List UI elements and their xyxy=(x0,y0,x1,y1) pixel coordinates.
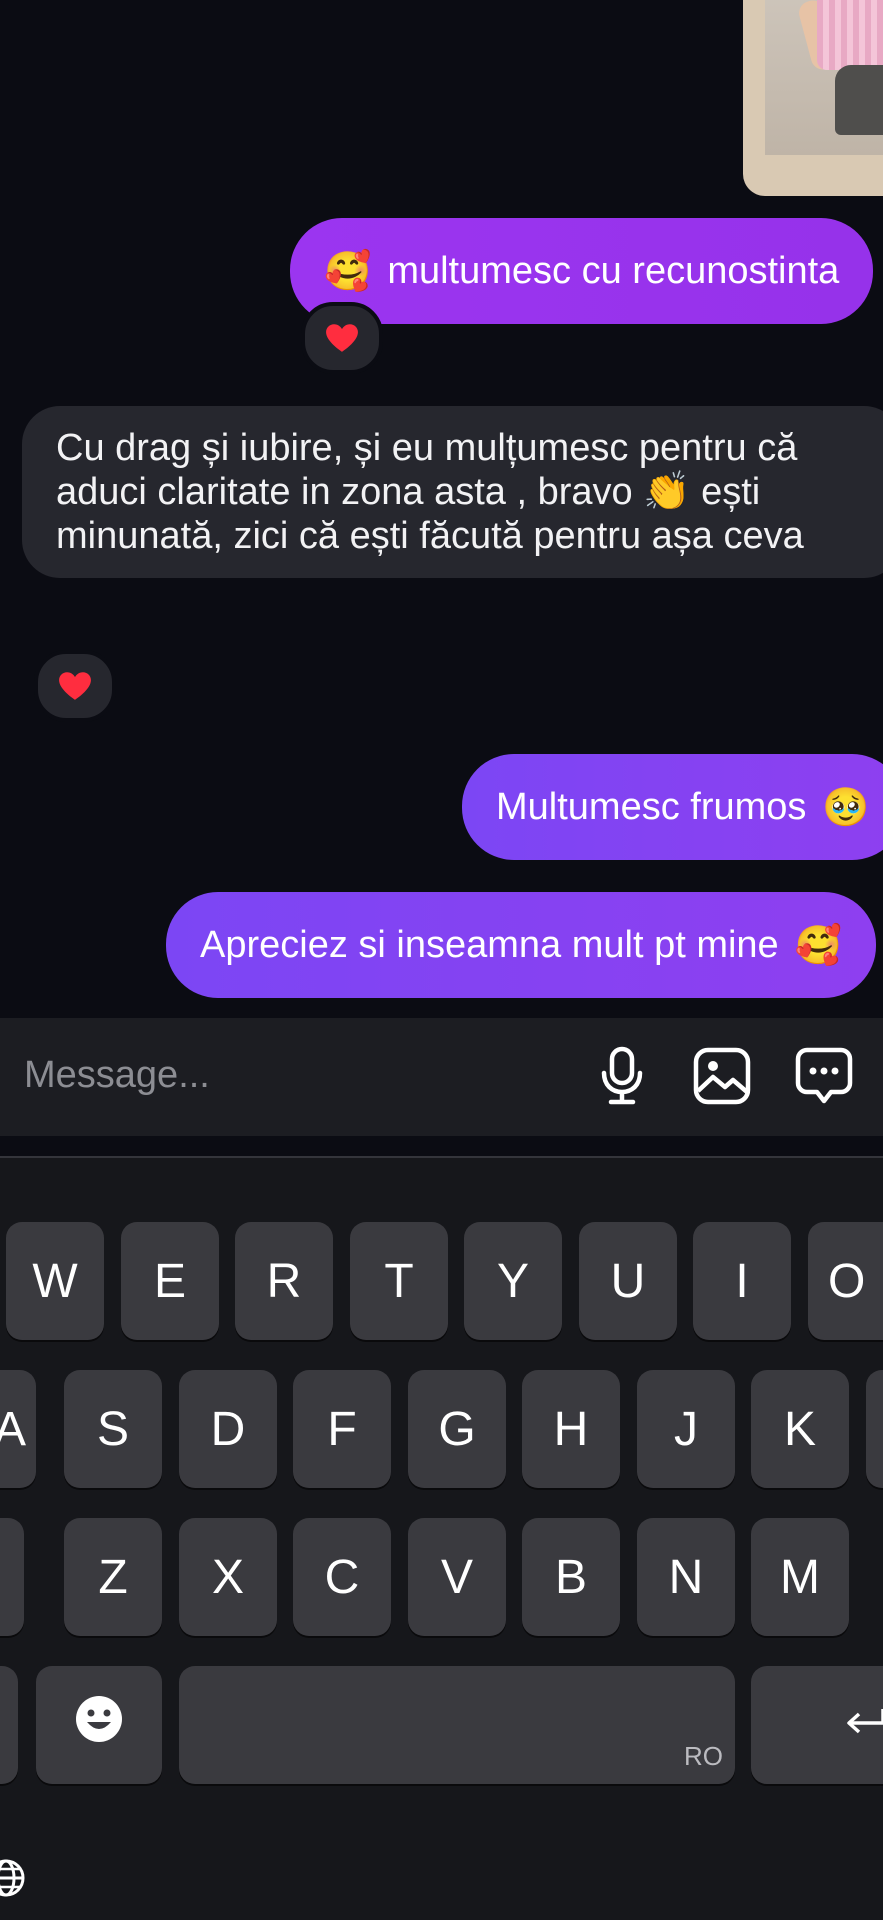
message-input[interactable]: Message... xyxy=(24,1054,210,1097)
pleading-emoji: 🥹 xyxy=(822,785,870,829)
key-f[interactable]: F xyxy=(293,1370,391,1488)
key-x[interactable]: X xyxy=(179,1518,277,1636)
sticker-chat-icon[interactable] xyxy=(792,1044,856,1108)
key-h[interactable]: H xyxy=(522,1370,620,1488)
key-g[interactable]: G xyxy=(408,1370,506,1488)
key-r[interactable]: R xyxy=(235,1222,333,1340)
heart-reaction[interactable] xyxy=(34,650,116,722)
message-composer: Message... xyxy=(0,1018,883,1136)
message-text: multumesc cu recunostinta xyxy=(387,250,840,292)
heart-reaction[interactable] xyxy=(301,302,383,374)
key-u[interactable]: U xyxy=(579,1222,677,1340)
keyboard: W E R T Y U I O A S D F G H J K Z X C V … xyxy=(0,1158,883,1920)
key-v[interactable]: V xyxy=(408,1518,506,1636)
key-j[interactable]: J xyxy=(637,1370,735,1488)
key-d[interactable]: D xyxy=(179,1370,277,1488)
key-l-partial[interactable] xyxy=(866,1370,883,1488)
key-e[interactable]: E xyxy=(121,1222,219,1340)
message-text: Apreciez si inseamna mult pt mine xyxy=(200,924,779,966)
message-text: Multumesc frumos xyxy=(496,786,807,828)
key-o[interactable]: O xyxy=(808,1222,883,1340)
key-z[interactable]: Z xyxy=(64,1518,162,1636)
globe-icon[interactable] xyxy=(0,1858,26,1898)
sent-message-bubble[interactable]: Apreciez si inseamna mult pt mine 🥰 xyxy=(166,892,877,998)
key-t[interactable]: T xyxy=(350,1222,448,1340)
shared-photo[interactable] xyxy=(743,0,883,196)
return-key[interactable] xyxy=(751,1666,883,1784)
key-y[interactable]: Y xyxy=(464,1222,562,1340)
key-m[interactable]: M xyxy=(751,1518,849,1636)
photo-content xyxy=(765,0,883,155)
heart-icon xyxy=(325,323,359,353)
key-s[interactable]: S xyxy=(64,1370,162,1488)
space-key[interactable]: RO xyxy=(179,1666,735,1784)
received-message-bubble[interactable]: Cu drag și iubire, și eu mulțumesc pentr… xyxy=(22,406,883,578)
sent-message-bubble[interactable]: 🥰 multumesc cu recunostinta xyxy=(290,218,874,324)
smiling-hearts-emoji: 🥰 xyxy=(324,249,372,293)
key-w[interactable]: W xyxy=(6,1222,104,1340)
image-icon[interactable] xyxy=(690,1044,754,1108)
key-k[interactable]: K xyxy=(751,1370,849,1488)
chat-thread: 🥰 multumesc cu recunostinta Cu drag și i… xyxy=(0,0,883,1018)
language-indicator: RO xyxy=(684,1741,723,1771)
microphone-icon[interactable] xyxy=(590,1044,654,1108)
shift-icon[interactable] xyxy=(0,1518,24,1636)
key-123-partial[interactable] xyxy=(0,1666,18,1784)
key-i[interactable]: I xyxy=(693,1222,791,1340)
key-a[interactable]: A xyxy=(0,1370,36,1488)
key-n[interactable]: N xyxy=(637,1518,735,1636)
message-text: Cu drag și iubire, și eu mulțumesc pentr… xyxy=(56,427,804,557)
heart-icon xyxy=(58,671,92,701)
return-icon xyxy=(843,1698,883,1753)
key-b[interactable]: B xyxy=(522,1518,620,1636)
emoji-icon xyxy=(74,1694,124,1756)
smiling-hearts-emoji: 🥰 xyxy=(794,923,843,967)
sent-message-bubble[interactable]: Multumesc frumos 🥹 xyxy=(462,754,883,860)
key-c[interactable]: C xyxy=(293,1518,391,1636)
emoji-key[interactable] xyxy=(36,1666,162,1784)
